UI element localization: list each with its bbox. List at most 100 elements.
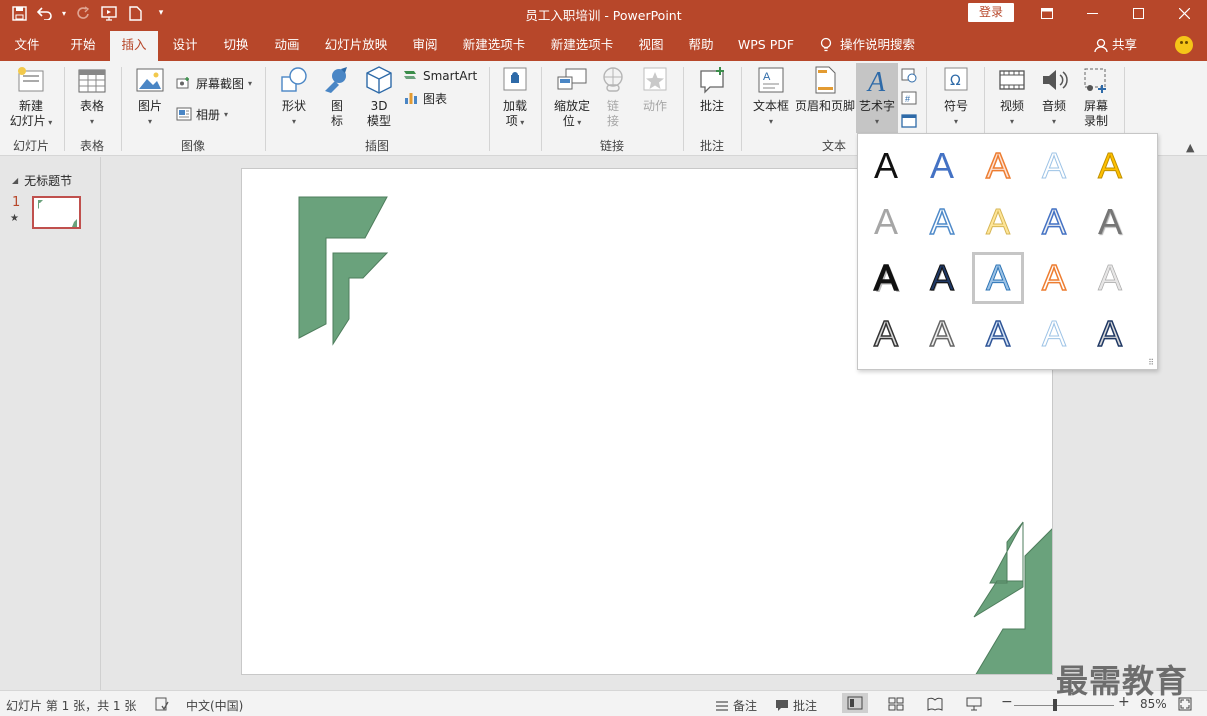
- group-label-images: 图像: [180, 139, 205, 153]
- slide-sorter-view-icon[interactable]: [888, 697, 904, 711]
- table-button[interactable]: 表格 ▾: [70, 65, 114, 129]
- undo-icon[interactable]: [34, 3, 56, 23]
- maximize-icon[interactable]: [1115, 0, 1161, 27]
- tab-review[interactable]: 审阅: [402, 31, 448, 61]
- share-button[interactable]: 共享: [1094, 31, 1137, 59]
- language-indicator[interactable]: 中文(中国): [186, 697, 243, 714]
- tab-animations[interactable]: 动画: [264, 31, 310, 61]
- chevron-down-icon: ▾: [574, 118, 582, 127]
- new-slide-button[interactable]: 新建 幻灯片 ▾: [6, 65, 56, 130]
- slideshow-view-icon[interactable]: [966, 697, 982, 711]
- collapse-ribbon-icon[interactable]: ▲: [1186, 141, 1194, 154]
- shapes-button[interactable]: 形状 ▾: [272, 65, 316, 129]
- section-collapse-icon[interactable]: ◢: [12, 176, 18, 185]
- textbox-button[interactable]: A 文本框 ▾: [748, 65, 794, 129]
- spellcheck-icon[interactable]: [155, 697, 169, 711]
- date-time-button[interactable]: [901, 65, 917, 85]
- feedback-smiley-icon[interactable]: [1175, 36, 1193, 54]
- login-button[interactable]: 登录: [968, 3, 1014, 22]
- redo-icon[interactable]: [72, 3, 94, 23]
- save-icon[interactable]: [8, 3, 30, 23]
- wordart-style-18[interactable]: A: [972, 308, 1024, 360]
- wordart-style-10[interactable]: A: [1084, 196, 1136, 248]
- screenshot-button[interactable]: 屏幕截图 ▾: [176, 73, 252, 93]
- tab-file[interactable]: 文件: [4, 31, 50, 61]
- normal-view-icon[interactable]: [842, 693, 868, 713]
- zoom-button[interactable]: 缩放定 位 ▾: [548, 65, 596, 130]
- header-footer-button[interactable]: 页眉和页脚: [794, 65, 856, 114]
- smartart-button[interactable]: SmartArt: [403, 66, 477, 86]
- wordart-style-12[interactable]: A: [916, 252, 968, 304]
- tab-design[interactable]: 设计: [162, 31, 208, 61]
- customize-qat-icon[interactable]: ▾: [150, 3, 172, 23]
- tab-view[interactable]: 视图: [628, 31, 674, 61]
- action-button[interactable]: 动作: [634, 65, 676, 114]
- addins-label-1: 加载: [502, 99, 527, 113]
- zoom-slider[interactable]: [1014, 705, 1114, 706]
- symbol-button[interactable]: Ω 符号 ▾: [934, 65, 978, 129]
- reading-view-icon[interactable]: [927, 697, 943, 711]
- chart-button[interactable]: 图表: [403, 88, 447, 108]
- audio-button[interactable]: 音频 ▾: [1034, 65, 1074, 129]
- header-footer-icon: [809, 65, 841, 95]
- group-label-links: 链接: [599, 139, 624, 153]
- comment-label: 批注: [699, 99, 724, 113]
- wordart-style-7[interactable]: A: [916, 196, 968, 248]
- wordart-style-1[interactable]: A: [860, 140, 912, 192]
- minimize-icon[interactable]: [1069, 0, 1115, 27]
- new-file-icon[interactable]: [124, 3, 146, 23]
- object-button[interactable]: [901, 111, 917, 131]
- tab-slideshow[interactable]: 幻灯片放映: [318, 31, 394, 61]
- tab-help[interactable]: 帮助: [678, 31, 724, 61]
- wordart-style-6[interactable]: A: [860, 196, 912, 248]
- new-slide-label-1: 新建: [18, 99, 43, 113]
- wordart-style-3[interactable]: A: [972, 140, 1024, 192]
- picture-button[interactable]: 图片 ▾: [128, 65, 172, 129]
- slide-thumbnail[interactable]: [32, 196, 81, 229]
- wordart-style-letter: A: [1041, 200, 1067, 243]
- close-icon[interactable]: [1161, 0, 1207, 27]
- link-button[interactable]: 链 接: [596, 65, 630, 129]
- chevron-down-icon: ▾: [291, 117, 296, 126]
- wordart-button[interactable]: A 艺术字 ▾: [856, 65, 898, 129]
- wordart-style-13[interactable]: A: [972, 252, 1024, 304]
- tab-wps-pdf[interactable]: WPS PDF: [730, 31, 802, 61]
- wordart-style-14[interactable]: A: [1028, 252, 1080, 304]
- slide-number-button[interactable]: #: [901, 88, 917, 108]
- 3d-models-button[interactable]: 3D 模型: [358, 65, 400, 129]
- tab-insert[interactable]: 插入: [110, 31, 158, 61]
- screen-recording-button[interactable]: 屏幕 录制: [1076, 65, 1116, 129]
- wordart-style-8[interactable]: A: [972, 196, 1024, 248]
- section-header[interactable]: ◢ 无标题节: [12, 172, 72, 189]
- wordart-style-17[interactable]: A: [916, 308, 968, 360]
- wordart-style-20[interactable]: A: [1084, 308, 1136, 360]
- video-button[interactable]: 视频 ▾: [992, 65, 1032, 129]
- symbol-label: 符号: [943, 99, 968, 113]
- zoom-out-icon[interactable]: −: [1001, 694, 1013, 710]
- slideshow-from-start-icon[interactable]: [98, 3, 120, 23]
- wordart-style-9[interactable]: A: [1028, 196, 1080, 248]
- object-icon: [901, 114, 917, 128]
- photo-album-button[interactable]: 相册 ▾: [176, 104, 228, 124]
- undo-dropdown-icon[interactable]: ▾: [60, 3, 68, 23]
- wordart-style-4[interactable]: A: [1028, 140, 1080, 192]
- icons-button[interactable]: 图 标: [318, 65, 356, 129]
- comment-button[interactable]: 批注: [690, 65, 734, 114]
- tab-new-tab-1[interactable]: 新建选项卡: [454, 31, 534, 61]
- addins-button[interactable]: 加载 项 ▾: [495, 65, 535, 130]
- comments-button[interactable]: 批注: [775, 697, 817, 714]
- wordart-style-19[interactable]: A: [1028, 308, 1080, 360]
- wordart-style-11[interactable]: A: [860, 252, 912, 304]
- ribbon-display-icon[interactable]: [1024, 0, 1070, 27]
- wordart-style-5[interactable]: A: [1084, 140, 1136, 192]
- notes-button[interactable]: 备注: [715, 697, 757, 714]
- wordart-style-15[interactable]: A: [1084, 252, 1136, 304]
- tab-new-tab-2[interactable]: 新建选项卡: [542, 31, 622, 61]
- tab-transitions[interactable]: 切换: [212, 31, 260, 61]
- tab-home[interactable]: 开始: [58, 31, 108, 61]
- tell-me-search[interactable]: 操作说明搜索: [820, 31, 915, 59]
- wordart-style-16[interactable]: A: [860, 308, 912, 360]
- resize-grip-icon[interactable]: ⠿: [1148, 358, 1154, 367]
- wordart-style-2[interactable]: A: [916, 140, 968, 192]
- status-bar: 幻灯片 第 1 张，共 1 张 中文(中国) 备注 批注 − + 85%: [0, 690, 1207, 716]
